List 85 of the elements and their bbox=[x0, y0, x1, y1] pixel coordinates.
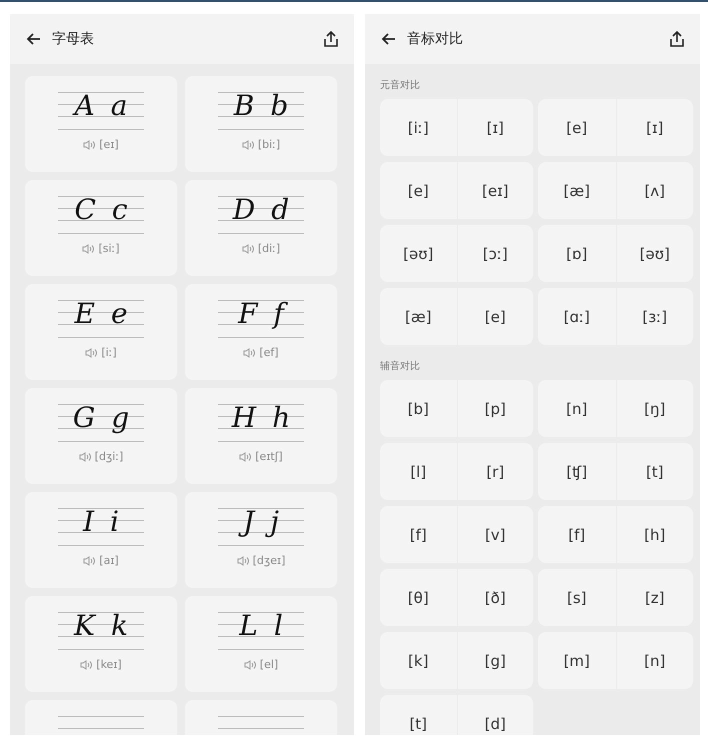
letter-card[interactable]: I i [aɪ] bbox=[25, 492, 177, 588]
share-icon[interactable] bbox=[322, 30, 340, 48]
lowercase-letter: e bbox=[110, 296, 129, 332]
phonetic-symbol[interactable]: [l] bbox=[380, 443, 456, 500]
letter-card[interactable]: H h [eɪtʃ] bbox=[185, 388, 337, 484]
phonetic-symbol[interactable]: [m] bbox=[538, 632, 616, 689]
letter-card[interactable]: B b [biː] bbox=[185, 76, 337, 172]
section-label: 辅音对比 bbox=[380, 361, 420, 372]
lowercase-letter: f bbox=[272, 294, 286, 334]
letter-card[interactable]: A a [eɪ] bbox=[25, 76, 177, 172]
phonetic-text: [dʒiː] bbox=[94, 450, 124, 463]
phonetic-symbol[interactable]: [ɑː] bbox=[538, 288, 616, 345]
phonetic-text: [iː] bbox=[101, 346, 117, 359]
phonetic-symbol[interactable]: [θ] bbox=[380, 569, 456, 626]
phonetic-symbol[interactable]: [ʧ] bbox=[538, 443, 616, 500]
lowercase-letter: d bbox=[270, 192, 290, 228]
phonetic-symbol[interactable]: [k] bbox=[380, 632, 456, 689]
letter-card[interactable]: E e [iː] bbox=[25, 284, 177, 380]
speaker-icon[interactable] bbox=[83, 140, 96, 150]
screen-title: 字母表 bbox=[52, 30, 95, 48]
phonetic-symbol[interactable]: [b] bbox=[380, 380, 456, 437]
lowercase-letter: i bbox=[109, 504, 120, 540]
phonetic-text: [biː] bbox=[258, 138, 280, 151]
phonetic-symbol[interactable]: [t] bbox=[380, 695, 456, 735]
speaker-icon[interactable] bbox=[78, 452, 91, 462]
uppercase-letter: B bbox=[232, 88, 256, 124]
phonetic-text: [siː] bbox=[98, 242, 120, 255]
speaker-icon[interactable] bbox=[80, 660, 92, 670]
speaker-icon[interactable] bbox=[82, 244, 94, 254]
lowercase-letter: a bbox=[110, 88, 128, 124]
lowercase-letter: l bbox=[272, 608, 284, 644]
speaker-icon[interactable] bbox=[83, 556, 96, 566]
phonetic-symbol[interactable]: [e] bbox=[538, 99, 616, 156]
section-label: 元音对比 bbox=[380, 80, 420, 91]
speaker-icon[interactable] bbox=[242, 140, 254, 150]
letter-card[interactable]: J j [dʒeɪ] bbox=[185, 492, 337, 588]
phonetic-symbol[interactable]: [ɒ] bbox=[538, 225, 616, 282]
phonetic-text: [aɪ] bbox=[99, 554, 119, 567]
speaker-icon[interactable] bbox=[236, 556, 249, 566]
phonetic-symbol[interactable]: [f] bbox=[380, 506, 456, 563]
uppercase-letter: A bbox=[72, 86, 97, 126]
back-icon[interactable] bbox=[381, 31, 397, 47]
uppercase-letter: K bbox=[72, 608, 97, 644]
uppercase-letter: F bbox=[236, 296, 260, 332]
phonetic-symbol[interactable]: [əʊ] bbox=[380, 225, 456, 282]
speaker-icon[interactable] bbox=[85, 348, 98, 358]
uppercase-letter: G bbox=[72, 400, 96, 436]
uppercase-letter: L bbox=[238, 608, 259, 644]
speaker-icon[interactable] bbox=[242, 244, 254, 254]
letter-card[interactable]: L l [el] bbox=[185, 596, 337, 692]
lowercase-letter: g bbox=[110, 400, 130, 436]
lowercase-letter: c bbox=[110, 192, 129, 228]
phonetic-symbol[interactable]: [iː] bbox=[380, 99, 456, 156]
uppercase-letter: C bbox=[73, 192, 97, 228]
phonetic-text: [diː] bbox=[258, 242, 280, 255]
speaker-icon[interactable] bbox=[244, 660, 256, 670]
phonetic-text: [keɪ] bbox=[96, 658, 122, 671]
lowercase-letter: b bbox=[269, 88, 290, 124]
phonetic-text: [dʒeɪ] bbox=[252, 554, 286, 567]
phonetic-symbol[interactable]: [e] bbox=[380, 162, 456, 219]
phonetic-symbol[interactable]: [s] bbox=[538, 569, 616, 626]
phonetic-text: [eɪtʃ] bbox=[255, 450, 283, 463]
phonetic-symbol[interactable]: [n] bbox=[538, 380, 616, 437]
back-icon[interactable] bbox=[26, 31, 42, 47]
phonetic-symbol[interactable]: [f] bbox=[538, 506, 616, 563]
lowercase-letter: k bbox=[110, 608, 129, 644]
letter-card[interactable]: D d [diː] bbox=[185, 180, 337, 276]
uppercase-letter: E bbox=[73, 296, 96, 332]
phonetic-text: [eɪ] bbox=[99, 138, 119, 151]
letter-card[interactable]: G g [dʒiː] bbox=[25, 388, 177, 484]
letter-card[interactable]: K k [keɪ] bbox=[25, 596, 177, 692]
uppercase-letter: I bbox=[82, 504, 96, 540]
phonetic-symbol[interactable]: [æ] bbox=[380, 288, 456, 345]
share-icon[interactable] bbox=[668, 30, 686, 48]
speaker-icon[interactable] bbox=[239, 452, 252, 462]
phonetic-text: [el] bbox=[260, 658, 278, 671]
uppercase-letter: H bbox=[230, 400, 258, 436]
uppercase-letter: D bbox=[231, 192, 256, 228]
screen-title: 音标对比 bbox=[407, 30, 464, 48]
speaker-icon[interactable] bbox=[243, 348, 256, 358]
lowercase-letter: h bbox=[271, 400, 292, 436]
phonetic-text: [ef] bbox=[259, 346, 279, 359]
phonetic-symbol[interactable]: [æ] bbox=[538, 162, 616, 219]
letter-card[interactable]: C c [siː] bbox=[25, 180, 177, 276]
letter-card[interactable]: F f [ef] bbox=[185, 284, 337, 380]
